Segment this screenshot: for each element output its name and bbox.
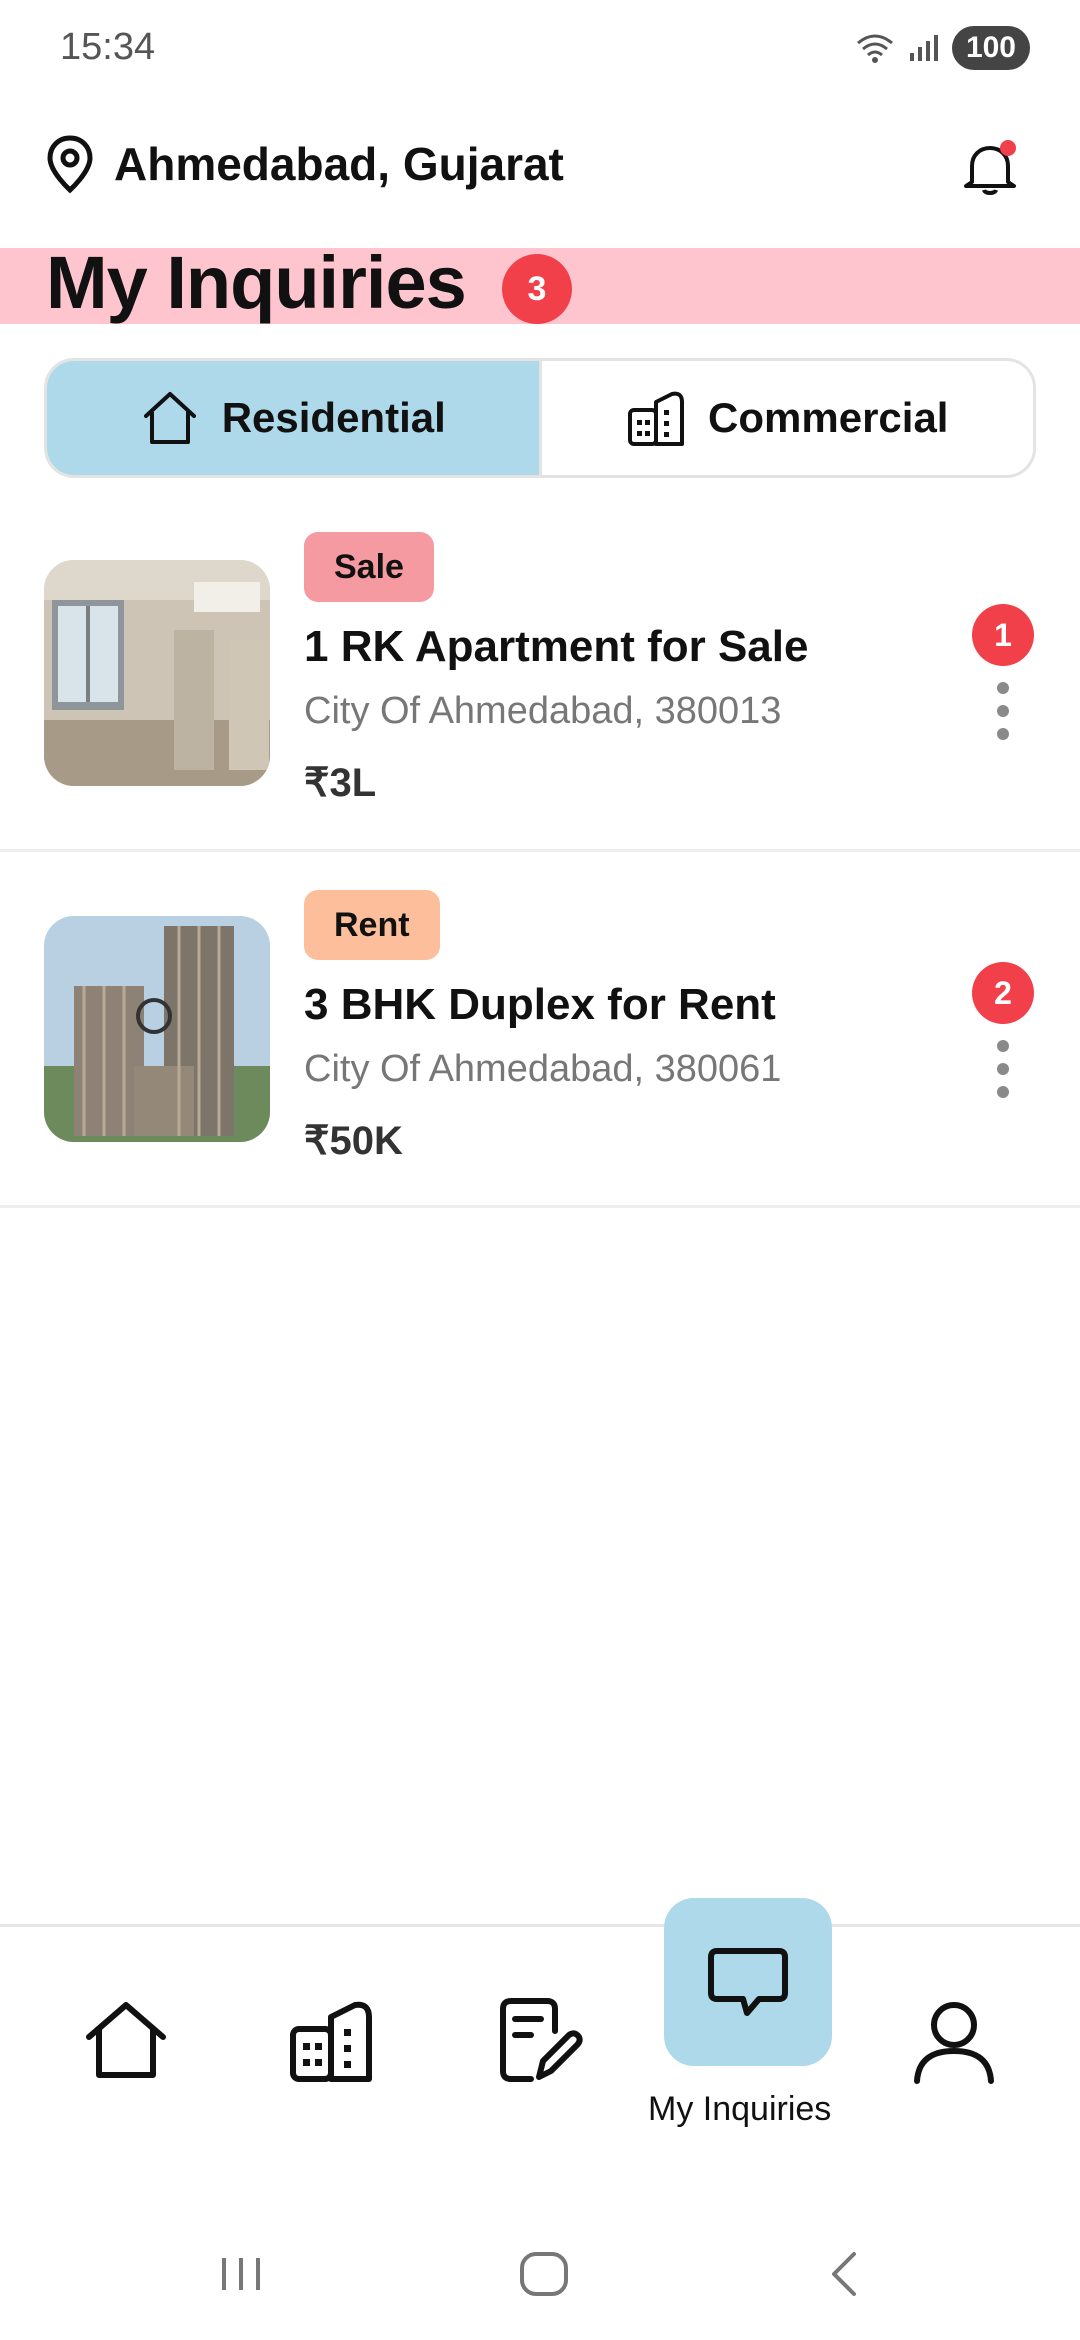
profile-icon xyxy=(914,2002,994,2084)
nav-profile[interactable] xyxy=(894,1980,1014,2100)
building-icon xyxy=(628,391,685,446)
listing-price: ₹50K xyxy=(304,1119,403,1163)
property-type-tabs: Residential Commercial xyxy=(44,358,1036,478)
property-thumbnail[interactable] xyxy=(44,916,270,1142)
bell-icon[interactable] xyxy=(958,136,1022,200)
recent-apps-icon[interactable] xyxy=(216,2244,266,2304)
signal-icon xyxy=(909,35,938,61)
listing-address: City Of Ahmedabad, 380061 xyxy=(304,1048,782,1090)
page-title: My Inquiries xyxy=(46,241,467,324)
tab-residential-label: Residential xyxy=(221,394,446,441)
tab-commercial-label: Commercial xyxy=(708,394,949,441)
status-time: 15:34 xyxy=(60,26,156,68)
buildings-icon xyxy=(290,2001,372,2082)
nav-properties[interactable] xyxy=(272,1980,392,2100)
more-options-icon[interactable] xyxy=(994,1040,1012,1098)
property-thumbnail[interactable] xyxy=(44,560,270,786)
listing-address: City Of Ahmedabad, 380013 xyxy=(304,690,782,732)
status-icons: 100 xyxy=(856,26,1030,70)
battery-indicator: 100 xyxy=(951,26,1030,70)
inquiry-count-badge: 1 xyxy=(972,604,1034,666)
location-pin-icon xyxy=(47,135,93,194)
inquiry-count-badge: 2 xyxy=(972,962,1034,1024)
bottom-nav-divider xyxy=(0,1924,1080,1927)
listing-type-tag: Sale xyxy=(304,532,434,602)
location-selector[interactable]: Ahmedabad, Gujarat xyxy=(44,134,564,194)
listing-title[interactable]: 3 BHK Duplex for Rent xyxy=(304,980,776,1030)
house-icon xyxy=(143,392,196,444)
more-options-icon[interactable] xyxy=(994,682,1012,740)
back-icon[interactable] xyxy=(818,2244,868,2304)
inquiry-count-badge: 3 xyxy=(502,254,572,324)
nav-my-inquiries[interactable] xyxy=(688,1922,808,2042)
tab-commercial[interactable]: Commercial xyxy=(538,361,1033,475)
nav-post-property[interactable] xyxy=(480,1980,600,2100)
tab-residential[interactable]: Residential xyxy=(47,361,539,475)
listing-price: ₹3L xyxy=(304,761,377,805)
wifi-icon xyxy=(856,34,893,63)
nav-my-inquiries-label[interactable]: My Inquiries xyxy=(648,2090,831,2129)
listing-type-tag: Rent xyxy=(304,890,440,960)
location-label: Ahmedabad, Gujarat xyxy=(114,138,564,190)
edit-document-icon xyxy=(500,1998,583,2082)
listing-title[interactable]: 1 RK Apartment for Sale xyxy=(304,622,808,672)
home-icon xyxy=(86,2002,166,2078)
nav-home[interactable] xyxy=(66,1980,186,2100)
chat-icon xyxy=(708,1948,788,2016)
home-button-icon[interactable] xyxy=(514,2244,574,2304)
